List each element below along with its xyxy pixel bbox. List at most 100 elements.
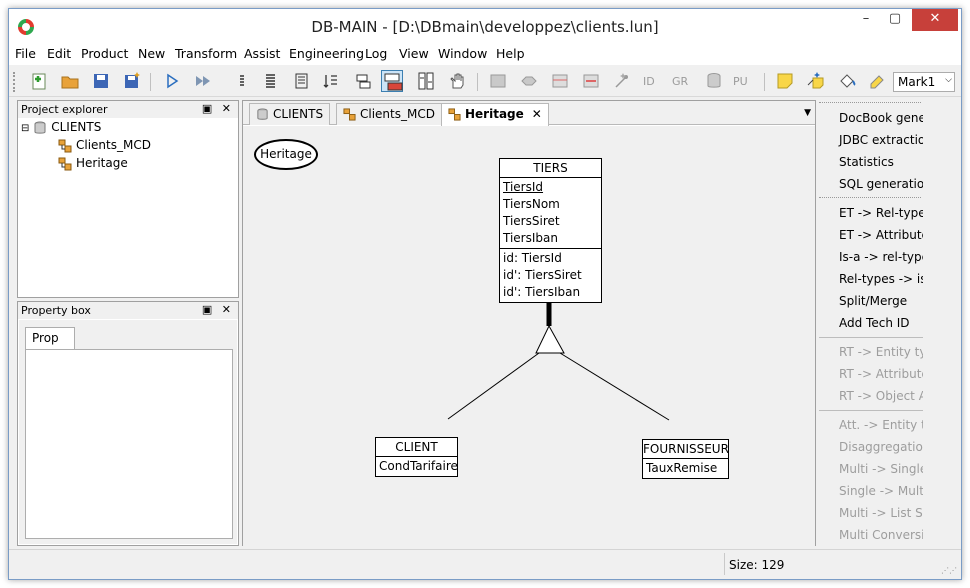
rt-to-entity-type-item[interactable]: RT -> Entity typ xyxy=(817,341,923,363)
jdbc-extraction-item[interactable]: JDBC extraction xyxy=(817,129,923,151)
open-button[interactable] xyxy=(59,70,81,92)
attribute[interactable]: TiersSiret xyxy=(503,213,598,230)
attribute[interactable]: TauxRemise xyxy=(646,460,725,477)
menu-file[interactable]: File xyxy=(15,46,36,61)
panel-controls[interactable]: ▣ ✕ xyxy=(202,303,234,316)
tree-item-label: Heritage xyxy=(76,156,128,170)
text-standard-button[interactable] xyxy=(260,70,282,92)
note-link-button[interactable] xyxy=(805,70,827,92)
run-all-button[interactable] xyxy=(192,70,214,92)
menu-help[interactable]: Help xyxy=(496,46,525,61)
disaggregation-item[interactable]: Disaggregation xyxy=(817,436,923,458)
toolbar-separator xyxy=(764,73,765,91)
menu-edit[interactable]: Edit xyxy=(47,46,71,61)
text-sorted-button[interactable] xyxy=(320,70,342,92)
entity-client[interactable]: CLIENT CondTarifaire xyxy=(375,437,458,477)
menu-log[interactable]: Log xyxy=(365,46,387,61)
schema-label[interactable]: Heritage xyxy=(254,139,318,170)
chevron-down-icon: ⌵ xyxy=(945,75,952,85)
new-note-button[interactable] xyxy=(774,70,796,92)
new-collection-db-button[interactable] xyxy=(703,70,725,92)
text-extended-button[interactable] xyxy=(290,70,312,92)
new-entity-button[interactable] xyxy=(549,70,571,92)
hand-tool-button[interactable] xyxy=(446,70,468,92)
text-lines-icon xyxy=(240,75,244,86)
docbook-generation-item[interactable]: DocBook generation xyxy=(817,107,923,129)
minimize-button[interactable]: – xyxy=(852,9,880,31)
tab-clients-mcd[interactable]: Clients_MCD xyxy=(336,103,442,125)
close-icon[interactable]: ✕ xyxy=(532,107,542,121)
graph-compact-button[interactable] xyxy=(352,70,374,92)
text-compact-button[interactable] xyxy=(231,70,253,92)
mark-select[interactable]: Mark1 ⌵ xyxy=(893,72,955,92)
menu-product[interactable]: Product xyxy=(81,46,128,61)
entity-fournisseur[interactable]: FOURNISSEUR TauxRemise xyxy=(642,439,729,479)
menu-new[interactable]: New xyxy=(138,46,165,61)
attribute[interactable]: TiersIban xyxy=(503,230,598,247)
resize-grip-icon[interactable]: ⋰⋰ xyxy=(941,566,957,575)
tab-heritage[interactable]: Heritage ✕ xyxy=(441,103,549,126)
att-to-entity-type-item[interactable]: Att. -> Entity typ xyxy=(817,414,923,436)
tree-item-clients-mcd[interactable]: Clients_MCD xyxy=(58,138,151,153)
multi-conversion-item[interactable]: Multi Conversio xyxy=(817,524,923,546)
menu-transform[interactable]: Transform xyxy=(175,46,237,61)
is-a-to-rel-types-item[interactable]: Is-a -> rel-types xyxy=(817,246,923,268)
sql-generation-item[interactable]: SQL generation xyxy=(817,173,923,195)
toolbar-grip[interactable] xyxy=(13,72,16,92)
entity-tiers[interactable]: TIERS TiersId TiersNom TiersSiret TiersI… xyxy=(499,158,602,303)
rel-types-to-is-a-item[interactable]: Rel-types -> is-a xyxy=(817,268,923,290)
paint-bucket-icon xyxy=(840,74,856,88)
tree-root-clients[interactable]: ⊟ CLIENTS xyxy=(21,120,101,135)
toolbar-separator xyxy=(477,73,478,91)
et-to-rel-type-item[interactable]: ET -> Rel-type xyxy=(817,202,923,224)
side-panel-scroll-area xyxy=(923,100,953,546)
run-button[interactable] xyxy=(161,70,183,92)
tab-clients[interactable]: CLIENTS xyxy=(249,103,331,125)
new-relationship-button[interactable] xyxy=(518,70,540,92)
rt-to-attribute-item[interactable]: RT -> Attribute xyxy=(817,363,923,385)
add-tech-id-item[interactable]: Add Tech ID xyxy=(817,312,923,334)
graph-standard-button[interactable] xyxy=(381,70,403,92)
statistics-item[interactable]: Statistics xyxy=(817,151,923,173)
attribute[interactable]: TiersNom xyxy=(503,196,598,213)
tab-prop[interactable]: Prop xyxy=(25,327,75,349)
mark-button[interactable] xyxy=(867,70,889,92)
save-button[interactable] xyxy=(90,70,112,92)
multi-to-list-single-item[interactable]: Multi -> List Sin xyxy=(817,502,923,524)
panel-controls[interactable]: ▣ ✕ xyxy=(202,102,234,115)
collapse-icon[interactable]: ⊟ xyxy=(21,123,29,134)
menu-view[interactable]: View xyxy=(399,46,429,61)
split-merge-item[interactable]: Split/Merge xyxy=(817,290,923,312)
attribute[interactable]: CondTarifaire xyxy=(379,458,458,475)
tab-list-dropdown[interactable]: ▼ xyxy=(804,108,811,118)
new-collection-button[interactable] xyxy=(487,70,509,92)
tab-label: Clients_MCD xyxy=(360,107,435,121)
identifier[interactable]: id': TiersIban xyxy=(503,284,598,301)
identifier[interactable]: id: TiersId xyxy=(503,250,598,267)
new-processing-unit-button[interactable]: PU xyxy=(733,75,748,88)
identifier[interactable]: id': TiersSiret xyxy=(503,267,598,284)
marker-icon xyxy=(870,75,884,89)
paint-button[interactable] xyxy=(836,70,858,92)
menu-window[interactable]: Window xyxy=(438,46,487,61)
diagram-canvas[interactable]: Heritage TIERS TiersId TiersNom TiersSir… xyxy=(243,126,815,546)
new-attribute-button[interactable] xyxy=(580,70,602,92)
menu-engineering[interactable]: Engineering xyxy=(289,46,364,61)
schema-icon xyxy=(448,108,461,121)
save-all-button[interactable] xyxy=(121,70,143,92)
single-to-multi-item[interactable]: Single -> Multi xyxy=(817,480,923,502)
attribute-primary-key[interactable]: TiersId xyxy=(503,179,598,196)
menu-assist[interactable]: Assist xyxy=(244,46,280,61)
new-role-button[interactable] xyxy=(611,70,633,92)
multi-to-single-item[interactable]: Multi -> Single xyxy=(817,458,923,480)
new-group-button[interactable]: GR xyxy=(672,75,688,88)
rt-to-object-attribute-item[interactable]: RT -> Object Att xyxy=(817,385,923,407)
tree-item-heritage[interactable]: Heritage xyxy=(58,156,128,171)
et-to-attribute-item[interactable]: ET -> Attribute xyxy=(817,224,923,246)
property-grid[interactable] xyxy=(25,349,233,539)
new-identifier-button[interactable]: ID xyxy=(643,75,655,88)
close-button[interactable]: ✕ xyxy=(912,9,958,31)
new-project-button[interactable] xyxy=(28,70,50,92)
maximize-button[interactable]: ▢ xyxy=(881,9,909,31)
graph-dependency-button[interactable] xyxy=(415,70,437,92)
